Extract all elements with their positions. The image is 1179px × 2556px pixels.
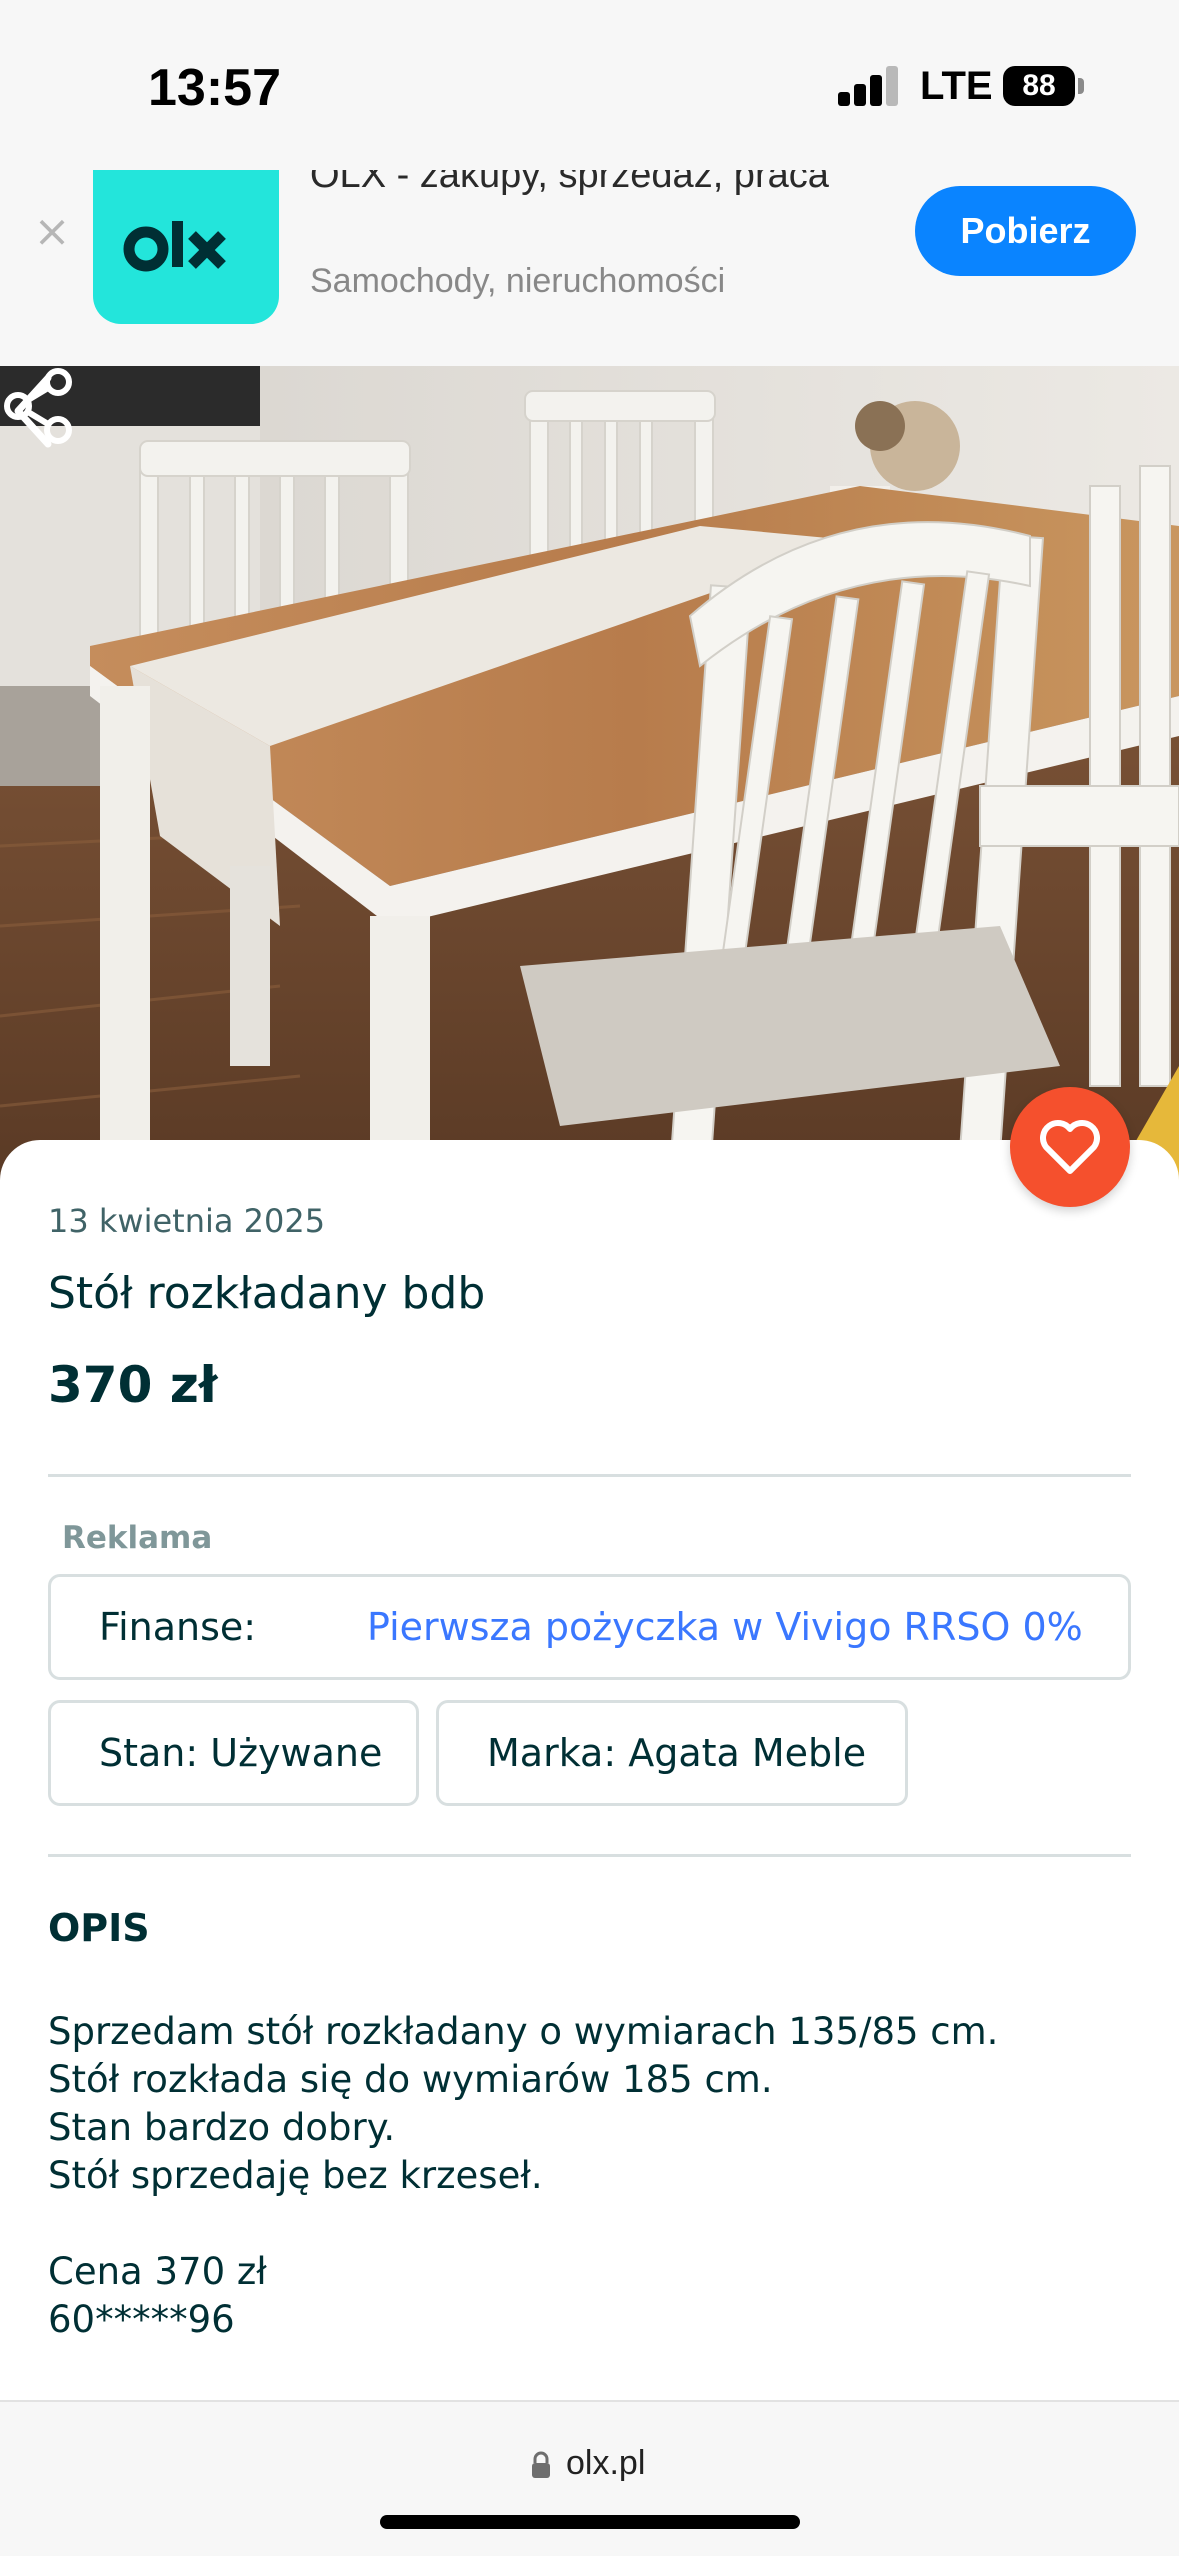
brand-tag: Marka: Agata Meble — [436, 1700, 908, 1806]
home-indicator[interactable] — [380, 2515, 800, 2529]
olx-logo-icon: olx — [122, 215, 226, 272]
heart-icon — [1040, 1120, 1100, 1174]
table-photo-illustration — [0, 366, 1179, 1186]
browser-address-bar[interactable]: olx.pl — [0, 2400, 1179, 2556]
finance-label: Finanse: — [99, 1605, 257, 1649]
battery-icon: 88 — [1003, 66, 1075, 106]
description-line: Stół sprzedaję bez krzeseł. — [48, 2154, 543, 2197]
description-line: Stół rozkłada się do wymiarów 185 cm. — [48, 2058, 773, 2101]
app-install-banner: × olx OLX - zakupy, sprzedaż, praca Samo… — [0, 170, 1179, 366]
finance-ad-link[interactable]: Pierwsza pożyczka w Vivigo RRSO 0% — [367, 1577, 1083, 1677]
share-icon[interactable] — [0, 366, 80, 446]
network-type: LTE — [920, 64, 993, 108]
condition-tag: Stan: Używane — [48, 1700, 419, 1806]
finance-ad-box[interactable]: Finanse: Pierwsza pożyczka w Vivigo RRSO… — [48, 1574, 1131, 1680]
ad-label: Reklama — [62, 1520, 213, 1556]
description-line: Cena 370 zł — [48, 2250, 267, 2293]
battery-tip — [1078, 78, 1084, 94]
status-time: 13:57 — [148, 59, 281, 117]
install-app-button[interactable]: Pobierz — [915, 186, 1136, 276]
divider — [48, 1474, 1131, 1477]
listing-date: 13 kwietnia 2025 — [48, 1202, 326, 1240]
favorite-button[interactable] — [1010, 1087, 1130, 1207]
phone-number[interactable]: 60*****96 — [48, 2298, 235, 2341]
status-bar: 13:57 LTE 88 — [0, 0, 1179, 170]
olx-app-logo[interactable]: olx — [93, 170, 279, 324]
divider — [48, 1854, 1131, 1857]
listing-title: Stół rozkładany bdb — [48, 1268, 486, 1319]
banner-app-title: OLX - zakupy, sprzedaż, praca — [310, 170, 829, 196]
cellular-signal-icon — [838, 66, 900, 106]
listing-photo[interactable] — [0, 366, 1179, 1186]
close-icon[interactable]: × — [32, 210, 72, 254]
url-text[interactable]: olx.pl — [566, 2444, 645, 2483]
listing-price: 370 zł — [48, 1356, 218, 1414]
description-line: Sprzedam stół rozkładany o wymiarach 135… — [48, 2010, 999, 2053]
svg-text:olx: olx — [122, 215, 124, 216]
description-heading: OPIS — [48, 1906, 150, 1950]
description-line: Stan bardzo dobry. — [48, 2106, 396, 2149]
banner-app-subtitle: Samochody, nieruchomości — [310, 262, 726, 300]
lock-icon — [532, 2451, 550, 2478]
